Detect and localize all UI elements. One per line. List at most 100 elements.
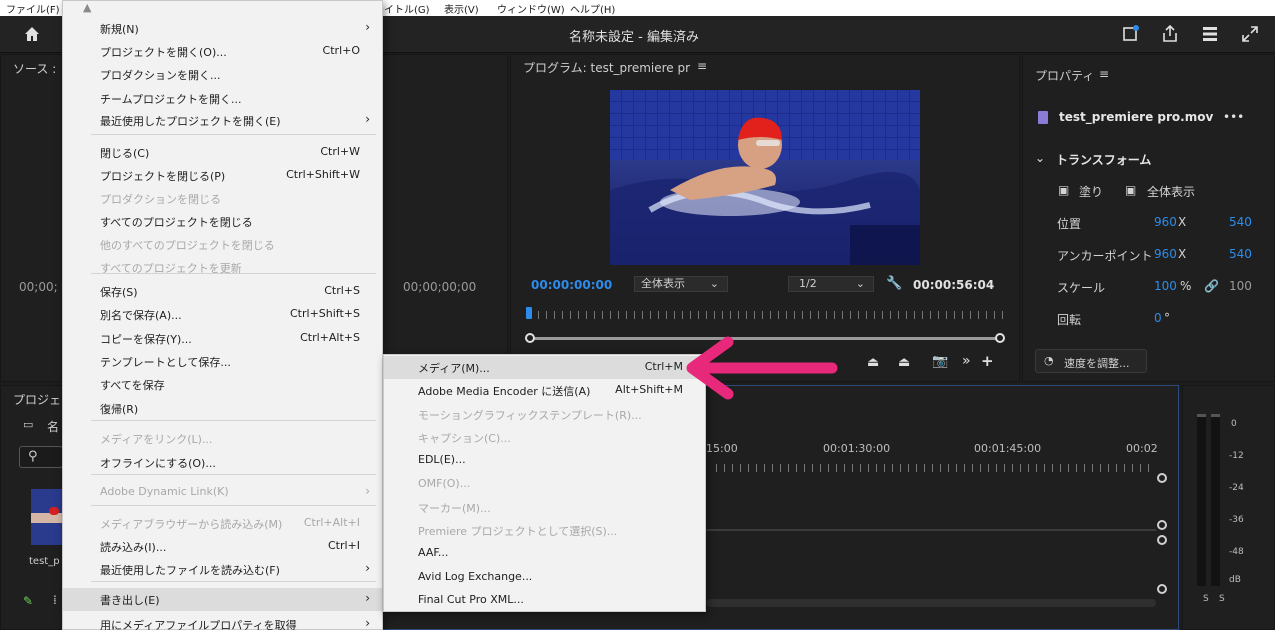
file-menu-item[interactable]: プロジェクトを閉じる(P) Ctrl+Shift+W (63, 164, 382, 187)
clip-more-button[interactable]: ••• (1223, 110, 1244, 124)
menu-item-label: 別名で保存(A)... (100, 309, 182, 322)
export-menu-item[interactable]: Adobe Media Encoder に送信(A) Alt+Shift+M (384, 379, 705, 402)
properties-label: プロパティ (1035, 69, 1095, 83)
export-menu-item[interactable]: Avid Log Exchange... (384, 566, 705, 589)
file-menu-item[interactable]: テンプレートとして保存... (63, 350, 382, 373)
program-fit-dropdown[interactable]: 全体表示 ⌄ (634, 276, 728, 292)
properties-menu-icon[interactable]: ≡ (1099, 67, 1109, 81)
export-menu-item: モーショングラフィックステンプレート(R)... (384, 403, 705, 426)
anchor-y-value[interactable]: 540 (1229, 247, 1252, 261)
export-menu-item[interactable]: メディア(M)... Ctrl+M (384, 356, 705, 379)
wrench-icon[interactable]: 🔧 (886, 276, 902, 291)
file-menu-item[interactable]: 閉じる(C) Ctrl+W (63, 141, 382, 164)
menu-item-shortcut: Ctrl+W (320, 145, 360, 158)
scale-height-value[interactable]: 100 (1229, 279, 1252, 293)
camera-icon[interactable]: 📷 (932, 354, 948, 369)
file-menu-item[interactable]: チームプロジェクトを開く... (63, 87, 382, 110)
file-menu-item[interactable]: 読み込み(I)... Ctrl+I (63, 535, 382, 558)
file-menu-item[interactable]: すべてを保存 (63, 373, 382, 396)
chevron-right-icon: › (365, 616, 370, 630)
bin-label: 名 (47, 420, 60, 434)
file-menu-item[interactable]: 書き出し(E) › (63, 588, 382, 611)
export-menu-item: キャプション(C)... (384, 426, 705, 449)
file-menu-item[interactable]: 最近使用したプロジェクトを開く(E) › (63, 109, 382, 132)
menu-window[interactable]: ウィンドウ(W) (497, 1, 565, 16)
project-search-input[interactable]: ⚲ (19, 446, 63, 468)
solo-right-button[interactable]: S (1219, 594, 1225, 604)
menu-file[interactable]: ファイル(F) (6, 1, 60, 16)
playhead[interactable] (526, 307, 532, 319)
lift-icon[interactable]: ⏏ (867, 355, 879, 370)
more-buttons-icon[interactable]: » (962, 353, 971, 369)
file-menu-item[interactable]: 新規(N) › (63, 17, 382, 40)
program-label: プログラム: test_premiere pr (523, 61, 691, 75)
menu-item-label: Adobe Dynamic Link(K) (100, 485, 229, 498)
file-menu-item[interactable]: 別名で保存(A)... Ctrl+Shift+S (63, 303, 382, 326)
audio-meter-panel: 0 -12 -24 -36 -48 dB S S (1182, 385, 1275, 630)
menu-item-label: 新規(N) (100, 23, 139, 36)
export-menu-item[interactable]: EDL(E)... (384, 449, 705, 472)
solo-left-button[interactable]: S (1203, 594, 1209, 604)
program-menu-icon[interactable]: ≡ (697, 59, 707, 73)
panels-icon[interactable] (1200, 24, 1220, 44)
position-x-value[interactable]: 960 (1154, 215, 1177, 229)
menu-title[interactable]: イトル(G) (384, 1, 430, 16)
menu-separator (91, 474, 376, 475)
file-menu-item[interactable]: 最近使用したファイルを読み込む(F) › (63, 558, 382, 581)
track-scroll-handle[interactable] (1157, 584, 1167, 594)
menu-item-shortcut: Ctrl+I (327, 539, 360, 552)
pencil-icon[interactable]: ✎ (23, 594, 33, 608)
chevron-right-icon: › (365, 591, 370, 605)
fill-icon[interactable]: ▣ (1058, 183, 1069, 197)
extract-icon[interactable]: ⏏ (898, 355, 910, 370)
track-scroll-handle[interactable] (1157, 535, 1167, 545)
file-menu-item[interactable]: 保存(S) Ctrl+S (63, 280, 382, 303)
position-y-value[interactable]: 540 (1229, 215, 1252, 229)
home-icon[interactable] (22, 24, 42, 44)
timeline-tick: 00:01:30:00 (823, 442, 891, 455)
file-menu-item[interactable]: すべてのプロジェクトを閉じる (63, 210, 382, 233)
file-menu-item[interactable]: プロダクションを開く... (63, 63, 382, 86)
menu-item-label: 復帰(R) (100, 403, 139, 416)
export-menu-item[interactable]: AAF... (384, 542, 705, 565)
rotation-label: 回転 (1057, 313, 1082, 327)
menu-view[interactable]: 表示(V) (444, 1, 479, 16)
speed-adjust-button[interactable]: ◔ 速度を調整... (1035, 349, 1147, 373)
menu-help[interactable]: ヘルプ(H) (570, 1, 615, 16)
file-menu-item[interactable]: オフラインにする(O)... (63, 451, 382, 474)
track-scroll-handle[interactable] (1157, 520, 1167, 530)
fullscreen-icon[interactable] (1240, 24, 1260, 44)
program-current-time[interactable]: 00:00:00:00 (531, 278, 612, 292)
link-icon[interactable]: 🔗 (1204, 279, 1219, 293)
fit-all-icon[interactable]: ▣ (1125, 183, 1136, 197)
share-icon[interactable] (1160, 24, 1180, 44)
rotation-value[interactable]: 0 (1154, 311, 1162, 325)
workspace-icon[interactable] (1121, 24, 1141, 44)
menu-item-label: 用にメディアファイルプロパティを取得 (100, 619, 297, 630)
properties-panel: プロパティ ≡ test_premiere pro.mov ••• ⌄ トランス… (1022, 54, 1275, 382)
fit-all-label[interactable]: 全体表示 (1147, 183, 1195, 200)
file-menu-item[interactable]: プロジェクトを開く(O)... Ctrl+O (63, 40, 382, 63)
list-view-icon[interactable]: ⁞ (53, 593, 57, 607)
file-menu-item[interactable]: コピーを保存(Y)... Ctrl+Alt+S (63, 327, 382, 350)
program-resolution-dropdown[interactable]: 1/2 ⌄ (788, 276, 874, 292)
file-menu-item[interactable]: 復帰(R) (63, 397, 382, 420)
fill-label[interactable]: 塗り (1079, 183, 1103, 200)
menu-item-label: Avid Log Exchange... (418, 569, 533, 583)
scale-value[interactable]: 100 (1154, 279, 1177, 293)
transform-section-title[interactable]: トランスフォーム (1056, 151, 1151, 168)
track-scroll-handle[interactable] (1157, 473, 1167, 483)
add-button-icon[interactable]: + (981, 352, 994, 370)
file-menu-item[interactable]: 用にメディアファイルプロパティを取得 › (63, 613, 382, 630)
program-time-ruler[interactable] (526, 307, 1008, 321)
chevron-down-icon[interactable]: ⌄ (1035, 151, 1045, 165)
export-menu-item[interactable]: Final Cut Pro XML... (384, 589, 705, 612)
bin-icon: ▭ (23, 418, 34, 431)
anchor-point-label: アンカーポイント (1057, 249, 1153, 263)
position-label: 位置 (1057, 217, 1082, 231)
timeline-scrollbar[interactable] (706, 599, 1156, 607)
anchor-x-value[interactable]: 960 (1154, 247, 1177, 261)
timeline-ruler[interactable] (716, 464, 1156, 472)
menu-scroll-up-icon[interactable]: ▲ (83, 1, 91, 14)
speed-icon: ◔ (1044, 354, 1054, 367)
